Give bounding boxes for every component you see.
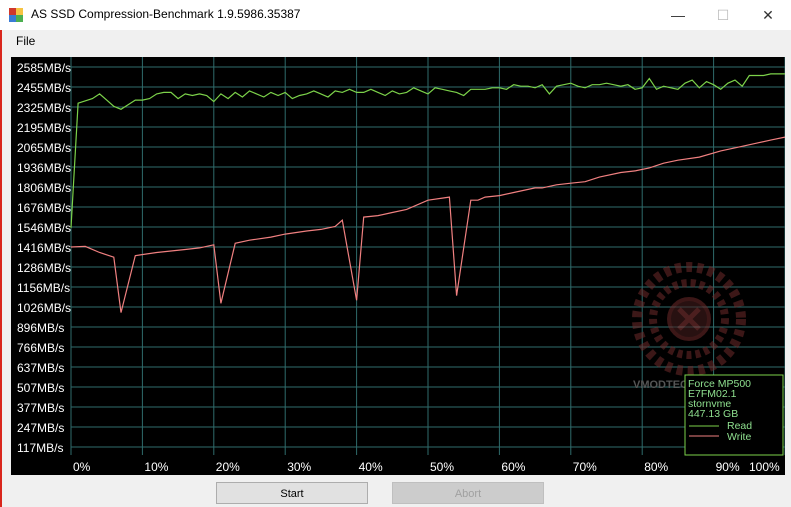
y-tick-label: 896MB/s xyxy=(17,321,64,335)
y-tick-label: 1676MB/s xyxy=(17,201,71,215)
y-tick-label: 377MB/s xyxy=(17,401,64,415)
y-tick-label: 507MB/s xyxy=(17,381,64,395)
y-tick-label: 1806MB/s xyxy=(17,181,71,195)
abort-button[interactable]: Abort xyxy=(392,482,544,504)
window-title: AS SSD Compression-Benchmark 1.9.5986.35… xyxy=(31,7,301,21)
title-bar: AS SSD Compression-Benchmark 1.9.5986.35… xyxy=(0,0,791,30)
x-tick-label: 40% xyxy=(359,460,383,474)
close-button[interactable]: ✕ xyxy=(745,0,791,30)
x-tick-label: 50% xyxy=(430,460,454,474)
y-tick-label: 766MB/s xyxy=(17,341,64,355)
y-tick-label: 1546MB/s xyxy=(17,221,71,235)
minimize-icon: — xyxy=(671,7,685,23)
y-tick-label: 2585MB/s xyxy=(17,61,71,75)
chart-legend: Force MP500 E7FM02.1 stornvme 447.13 GB … xyxy=(684,374,784,456)
y-tick-label: 2325MB/s xyxy=(17,101,71,115)
chart-grid xyxy=(70,57,785,455)
watermark-logo xyxy=(632,262,746,376)
y-tick-label: 2065MB/s xyxy=(17,141,71,155)
y-tick-label: 247MB/s xyxy=(17,421,64,435)
x-tick-label: 0% xyxy=(73,460,91,474)
maximize-icon: ☐ xyxy=(716,7,730,23)
y-tick-label: 1936MB/s xyxy=(17,161,71,175)
y-tick-label: 1286MB/s xyxy=(17,261,71,275)
close-icon: ✕ xyxy=(762,7,774,23)
y-tick-label: 2455MB/s xyxy=(17,81,71,95)
x-tick-label: 10% xyxy=(144,460,168,474)
compression-chart: 2585MB/s 2455MB/s 2325MB/s 2195MB/s 2065MB/s… xyxy=(11,57,785,475)
start-button[interactable]: Start xyxy=(216,482,368,504)
y-tick-label: 1156MB/s xyxy=(17,281,70,295)
x-tick-label: 20% xyxy=(216,460,240,474)
x-tick-label: 90% xyxy=(716,460,740,474)
x-tick-label: 80% xyxy=(644,460,668,474)
legend-write-label: Write xyxy=(727,431,751,443)
legend-capacity: 447.13 GB xyxy=(688,408,738,420)
app-icon xyxy=(9,8,23,22)
y-tick-label: 1026MB/s xyxy=(17,301,71,315)
window-border-accent xyxy=(0,30,2,507)
x-tick-label: 70% xyxy=(573,460,597,474)
menu-file[interactable]: File xyxy=(16,34,35,48)
y-axis-ticks: 2585MB/s 2455MB/s 2325MB/s 2195MB/s 2065MB/s… xyxy=(17,61,71,455)
y-tick-label: 2195MB/s xyxy=(17,121,71,135)
minimize-button[interactable]: — xyxy=(655,0,701,30)
y-tick-label: 117MB/s xyxy=(17,441,63,455)
menu-bar: File xyxy=(0,30,791,52)
y-tick-label: 1416MB/s xyxy=(17,241,71,255)
x-tick-label: 30% xyxy=(287,460,311,474)
x-tick-label: 60% xyxy=(501,460,525,474)
maximize-button[interactable]: ☐ xyxy=(700,0,746,30)
y-tick-label: 637MB/s xyxy=(17,361,64,375)
x-tick-label: 100% xyxy=(749,460,780,474)
x-axis-ticks: 0% 10% 20% 30% 40% 50% 60% 70% 80% 90% 100% xyxy=(73,460,780,474)
